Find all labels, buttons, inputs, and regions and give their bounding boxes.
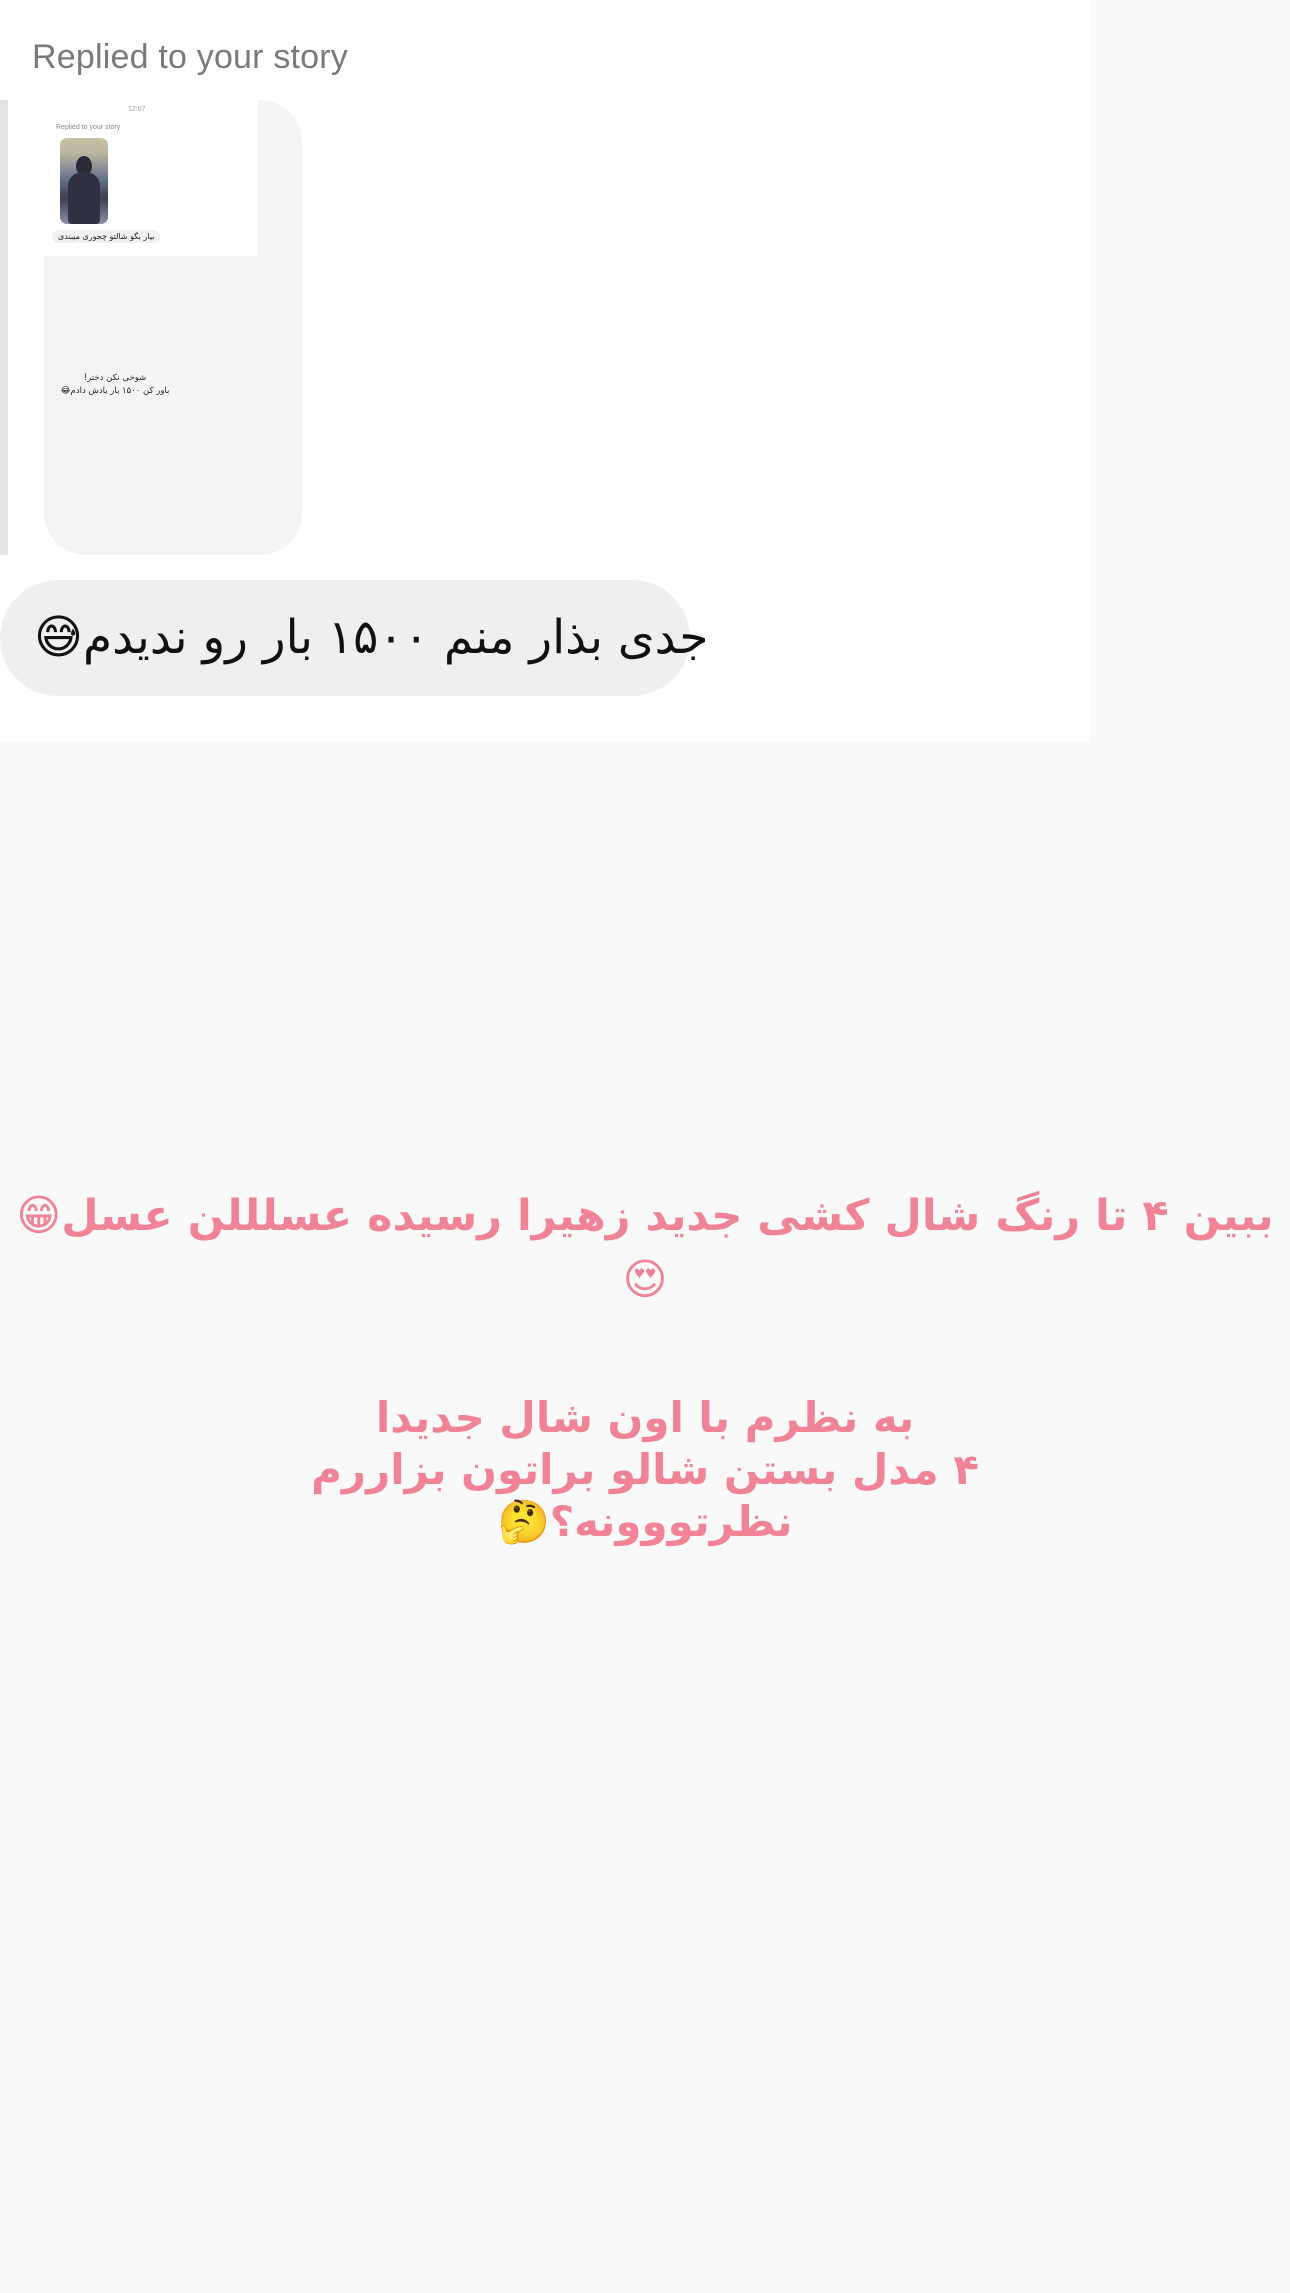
reply-message-bubble[interactable]: جدی بذار منم ۱۵۰۰ بار رو ندیدم😅 [0,580,708,696]
story-caption-body: به نظرم با اون شال جدیدا ۴ مدل بستن شالو… [0,1392,1290,1548]
story-caption-line-2: ۴ مدل بستن شالو براتون بزاررم [311,1445,979,1494]
quote-rule [0,100,8,555]
reply-message-text: جدی بذار منم ۱۵۰۰ بار رو ندیدم😅 [34,610,709,665]
preview-replied-label: Replied to your story [56,124,121,131]
preview-story-photo [60,138,108,224]
photo-figure-body [68,172,100,224]
story-caption-headline: ببین ۴ تا رنگ شال کشی جدید زهیرا رسیده ع… [16,1191,1274,1305]
preview-reply-text: شوخی نکن دختر! باور کن ۱۵۰۰ بار یادش داد… [50,372,180,398]
preview-message-bubble: بیار بگو شالتو چجوری میبندی [52,230,161,243]
replied-to-story-label: Replied to your story [32,38,349,76]
preview-reply-line-2: باور کن ۱۵۰۰ بار یادش دادم😂 [60,386,170,396]
dm-reply-card: Replied to your story 12:07 Replied to y… [0,0,1090,742]
story-caption-line-3: نظرتووونه؟🤔 [497,1497,793,1546]
preview-time: 12:07 [128,106,146,113]
preview-reply-line-1: شوخی نکن دختر! [83,373,147,383]
story-caption-line-1: به نظرم با اون شال جدیدا [375,1393,915,1442]
story-preview-thumbnail[interactable]: 12:07 Replied to your story بیار بگو شال… [44,100,302,555]
preview-screen: 12:07 Replied to your story بیار بگو شال… [44,100,258,256]
